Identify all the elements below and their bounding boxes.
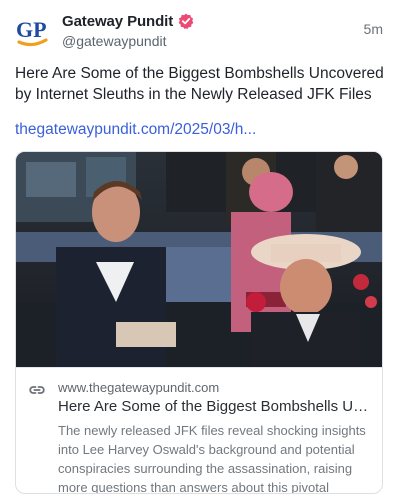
post: GP Gateway Pundit @gatewaypundit 5m Here… bbox=[0, 0, 398, 500]
link-icon bbox=[28, 381, 46, 399]
svg-text:GP: GP bbox=[16, 17, 47, 42]
author-handle[interactable]: @gatewaypundit bbox=[62, 33, 342, 49]
gateway-pundit-logo-icon: GP bbox=[16, 17, 48, 47]
post-timestamp[interactable]: 5m bbox=[364, 21, 383, 37]
card-image[interactable] bbox=[16, 152, 382, 367]
card-description: The newly released JFK files reveal shoc… bbox=[58, 423, 366, 494]
card-domain: www.thegatewaypundit.com bbox=[58, 380, 220, 395]
card-photo bbox=[16, 152, 382, 367]
author-info[interactable]: Gateway Pundit @gatewaypundit bbox=[62, 10, 342, 49]
card-title[interactable]: Here Are Some of the Biggest Bombshells … bbox=[58, 398, 376, 415]
post-link[interactable]: thegatewaypundit.com/2025/03/h... bbox=[15, 119, 385, 140]
author-name[interactable]: Gateway Pundit bbox=[62, 13, 173, 30]
verified-badge-icon bbox=[178, 13, 194, 29]
link-preview-card[interactable]: www.thegatewaypundit.com Here Are Some o… bbox=[15, 151, 383, 494]
author-row: Gateway Pundit bbox=[62, 10, 342, 32]
card-meta: www.thegatewaypundit.com Here Are Some o… bbox=[16, 367, 382, 494]
post-text: Here Are Some of the Biggest Bombshells … bbox=[15, 65, 384, 103]
avatar[interactable]: GP bbox=[15, 13, 51, 49]
